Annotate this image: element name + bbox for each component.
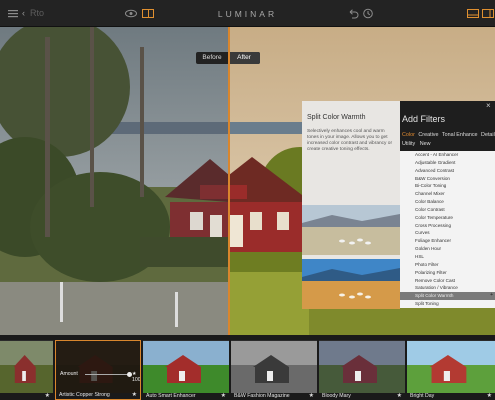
preset-label: Auto Smart Enhancer	[146, 393, 196, 399]
filter-sample-before-image	[302, 205, 400, 255]
amount-slider-knob[interactable]	[126, 372, 132, 377]
close-icon[interactable]: ×	[486, 101, 491, 110]
preset-tile[interactable]: Bloody Mary ★	[319, 340, 405, 400]
preset-tile[interactable]: Amount ★ 100 Artistic Copper Strong ★	[55, 340, 141, 400]
preset-thumbnail	[143, 341, 229, 393]
luminar-window: ‹ Rto LUMINAR Before After Split Color W…	[0, 0, 495, 400]
filter-list-item[interactable]: Photo Filter	[400, 261, 495, 269]
filter-list-item[interactable]: Foliage Enhancer	[400, 237, 495, 245]
filter-list-item-label: Curves	[415, 230, 430, 236]
filter-list-item[interactable]: Color Temperature	[400, 214, 495, 222]
filter-list-item-label: Foliage Enhancer	[415, 238, 452, 244]
after-button[interactable]: After	[228, 52, 260, 64]
filter-list-item-label: Advanced Contrast	[415, 167, 455, 173]
filter-list: Accent - AI Enhancer Adjustable Gradient A…	[400, 151, 495, 308]
preset-label: Bloody Mary	[322, 393, 351, 399]
filter-list-item-label: Split Toning	[415, 301, 439, 307]
preset-thumbnail	[407, 341, 495, 393]
history-icon[interactable]	[361, 7, 375, 20]
filter-list-item-label: Saturation / Vibrance	[415, 285, 458, 291]
preset-label: Artistic Copper Strong	[59, 392, 110, 398]
favorite-star-icon[interactable]: ★	[221, 392, 226, 399]
preset-tile[interactable]: B&W Fashion Magazine ★	[231, 340, 317, 400]
filter-list-item[interactable]: Accent - AI Enhancer	[400, 151, 495, 159]
app-title: LUMINAR	[217, 9, 278, 19]
filter-list-item[interactable]: HSL	[400, 253, 495, 261]
filter-list-item[interactable]: Split Color Warmth +	[400, 292, 495, 301]
tab-detail[interactable]: Detail	[481, 132, 495, 138]
add-filters-panel: × Add Filters Color Creative Tonal Enhan…	[400, 101, 495, 308]
tab-new[interactable]: New	[420, 141, 431, 147]
tab-color[interactable]: Color	[402, 132, 415, 138]
filter-list-item[interactable]: Cross Processing	[400, 222, 495, 230]
favorite-star-icon[interactable]: ★	[132, 391, 137, 398]
filter-list-item-label: Polarizing Filter	[415, 269, 447, 275]
tab-utility[interactable]: Utility	[402, 141, 415, 147]
presets-panel-icon[interactable]	[466, 7, 480, 20]
filter-list-item[interactable]: Polarizing Filter	[400, 269, 495, 277]
amount-value: ★ 100	[132, 371, 141, 383]
filter-list-item-label: Channel Mixer	[415, 191, 445, 197]
image-canvas[interactable]: Before After Split Color Warmth Selectiv…	[0, 27, 495, 335]
filter-info-panel: Split Color Warmth Selectively enhances …	[302, 101, 400, 309]
filter-list-item-label: Color Contrast	[415, 206, 445, 212]
filter-list-item-label: Golden Hour	[415, 246, 442, 252]
favorite-star-icon[interactable]: ★	[397, 392, 402, 399]
filter-list-item-label: Split Color Warmth	[415, 293, 454, 299]
preset-thumbnail	[231, 341, 317, 393]
filter-list-item[interactable]: B&W Conversion	[400, 175, 495, 183]
filter-list-item[interactable]: Bi-Color Toning	[400, 182, 495, 190]
preset-thumbnail	[56, 341, 140, 393]
filter-list-item[interactable]: Saturation / Vibrance	[400, 284, 495, 292]
filter-list-item-label: Bi-Color Toning	[415, 183, 447, 189]
amount-slider[interactable]	[85, 374, 129, 375]
filter-list-item[interactable]: Remove Color Cast	[400, 277, 495, 285]
filter-list-item-label: HSL	[415, 253, 424, 259]
favorite-star-icon[interactable]: ★	[487, 392, 492, 399]
filter-list-item[interactable]: Adjustable Gradient	[400, 159, 495, 167]
presets-strip: ★ Amount ★ 100 Artistic Copper Strong ★ Auto …	[0, 335, 495, 400]
filter-list-item-label: Cross Processing	[415, 222, 451, 228]
filter-list-item[interactable]: Advanced Contrast	[400, 167, 495, 175]
filters-panel-icon[interactable]	[481, 7, 495, 20]
preset-label: B&W Fashion Magazine	[234, 393, 290, 399]
filter-list-item[interactable]: Golden Hour	[400, 245, 495, 253]
tab-creative[interactable]: Creative	[418, 132, 438, 138]
filter-info-description: Selectively enhances cool and warm tones…	[307, 129, 393, 152]
filter-category-tabs-row2: Utility New	[402, 141, 433, 147]
split-divider-handle[interactable]	[228, 27, 230, 335]
filter-list-item[interactable]: Split Toning	[400, 300, 495, 308]
filter-list-item-label: B&W Conversion	[415, 175, 450, 181]
add-filter-icon[interactable]: +	[490, 292, 493, 300]
amount-label: Amount	[60, 371, 78, 377]
filter-list-item-label: Accent - AI Enhancer	[415, 152, 459, 157]
preset-tile[interactable]: Bright Day ★	[407, 340, 495, 400]
filter-sample-after-image	[302, 259, 400, 309]
filter-list-item[interactable]: Curves	[400, 229, 495, 237]
filter-list-item-label: Photo Filter	[415, 261, 439, 267]
filter-list-item-label: Color Temperature	[415, 214, 453, 220]
preset-tile[interactable]: ★	[0, 340, 53, 400]
filter-category-tabs: Color Creative Tonal Enhance Detail	[402, 132, 495, 138]
preset-label: Bright Day	[410, 393, 435, 399]
preset-thumbnail	[0, 341, 53, 393]
undo-icon[interactable]	[346, 7, 360, 20]
filter-list-item-label: Color Balance	[415, 199, 444, 205]
before-button[interactable]: Before	[196, 52, 228, 64]
tab-tonal-enhance[interactable]: Tonal Enhance	[442, 132, 478, 138]
filter-list-item-label: Adjustable Gradient	[415, 159, 456, 165]
preset-tile[interactable]: Auto Smart Enhancer ★	[143, 340, 229, 400]
amount-slider-row: Amount ★ 100	[60, 371, 140, 383]
filter-list-item-label: Remove Color Cast	[415, 277, 456, 283]
filter-list-item[interactable]: Color Balance	[400, 198, 495, 206]
top-toolbar: ‹ Rto LUMINAR	[0, 0, 495, 27]
favorite-star-icon[interactable]: ★	[45, 392, 50, 399]
preset-thumbnail	[319, 341, 405, 393]
add-filters-title: Add Filters	[402, 114, 446, 124]
filter-list-item[interactable]: Color Contrast	[400, 206, 495, 214]
filter-info-title: Split Color Warmth	[307, 114, 366, 121]
filter-list-item[interactable]: Channel Mixer	[400, 190, 495, 198]
favorite-star-icon[interactable]: ★	[309, 392, 314, 399]
